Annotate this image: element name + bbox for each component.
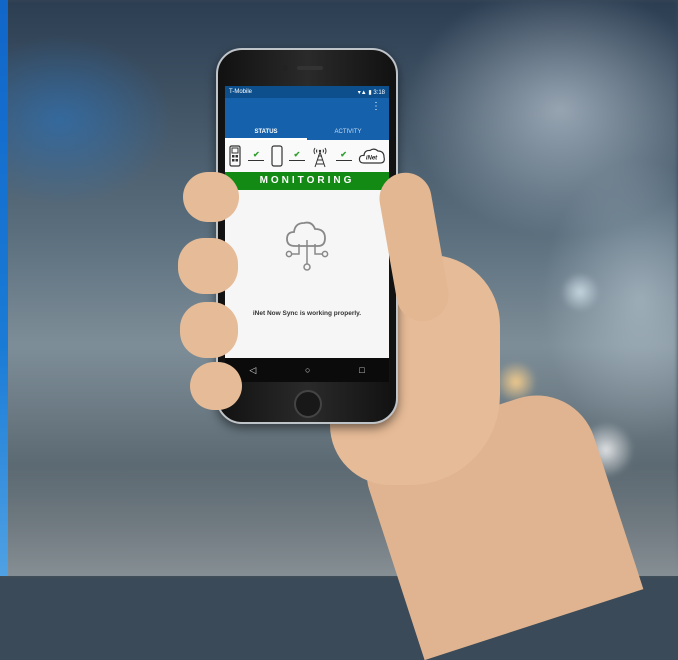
signal-icon: ▾▲ ▮ <box>357 89 372 96</box>
checkmark-icon: ✔ <box>293 150 301 159</box>
home-icon[interactable]: ○ <box>305 365 310 375</box>
carrier-label: T-Mobile <box>229 89 253 95</box>
monitoring-banner: MONITORING <box>225 172 389 190</box>
finger <box>183 172 239 222</box>
app-bar: ⋮ <box>225 98 389 126</box>
finger <box>180 302 238 358</box>
tab-status[interactable]: STATUS <box>225 126 307 140</box>
smartphone-icon <box>271 145 283 167</box>
front-camera <box>282 65 288 71</box>
smartphone: T-Mobile ▾▲ ▮ 3:18 ⋮ STATUS ACTIVITY ✔ ✔… <box>216 48 398 424</box>
status-bar: T-Mobile ▾▲ ▮ 3:18 <box>225 86 389 98</box>
cell-tower-icon <box>311 144 329 168</box>
link-line <box>335 160 352 161</box>
inet-logo-text: iNet <box>366 156 378 162</box>
status-icons: ▾▲ ▮ 3:18 <box>358 89 385 96</box>
checkmark-icon: ✔ <box>340 150 347 159</box>
tab-activity[interactable]: ACTIVITY <box>307 126 389 140</box>
back-icon[interactable]: ◁ <box>249 365 256 376</box>
clock-label: 3:18 <box>373 89 385 96</box>
earpiece-speaker <box>297 66 323 70</box>
link-ok-2: ✔ <box>288 151 306 161</box>
edge-bar <box>0 0 8 576</box>
link-ok-3: ✔ <box>335 151 353 161</box>
inet-cloud-icon: iNet <box>358 146 386 166</box>
recents-icon[interactable]: □ <box>359 365 364 375</box>
home-button[interactable] <box>294 390 322 418</box>
connection-chain: ✔ ✔ ✔ iNet <box>225 140 389 172</box>
link-ok-1: ✔ <box>247 151 265 161</box>
link-line <box>288 160 305 161</box>
finger <box>178 238 238 294</box>
android-nav-bar: ◁ ○ □ <box>225 358 389 382</box>
cloud-sync-icon <box>285 218 329 279</box>
sync-status-message: iNet Now Sync is working properly. <box>252 310 362 317</box>
finger <box>190 362 242 410</box>
link-line <box>248 160 265 161</box>
status-content: iNet Now Sync is working properly. <box>225 190 389 358</box>
tab-bar: STATUS ACTIVITY <box>225 126 389 140</box>
overflow-menu-icon[interactable]: ⋮ <box>371 102 381 112</box>
checkmark-icon: ✔ <box>252 150 260 159</box>
phone-screen: T-Mobile ▾▲ ▮ 3:18 ⋮ STATUS ACTIVITY ✔ ✔… <box>225 86 389 382</box>
gas-detector-icon <box>228 145 242 167</box>
